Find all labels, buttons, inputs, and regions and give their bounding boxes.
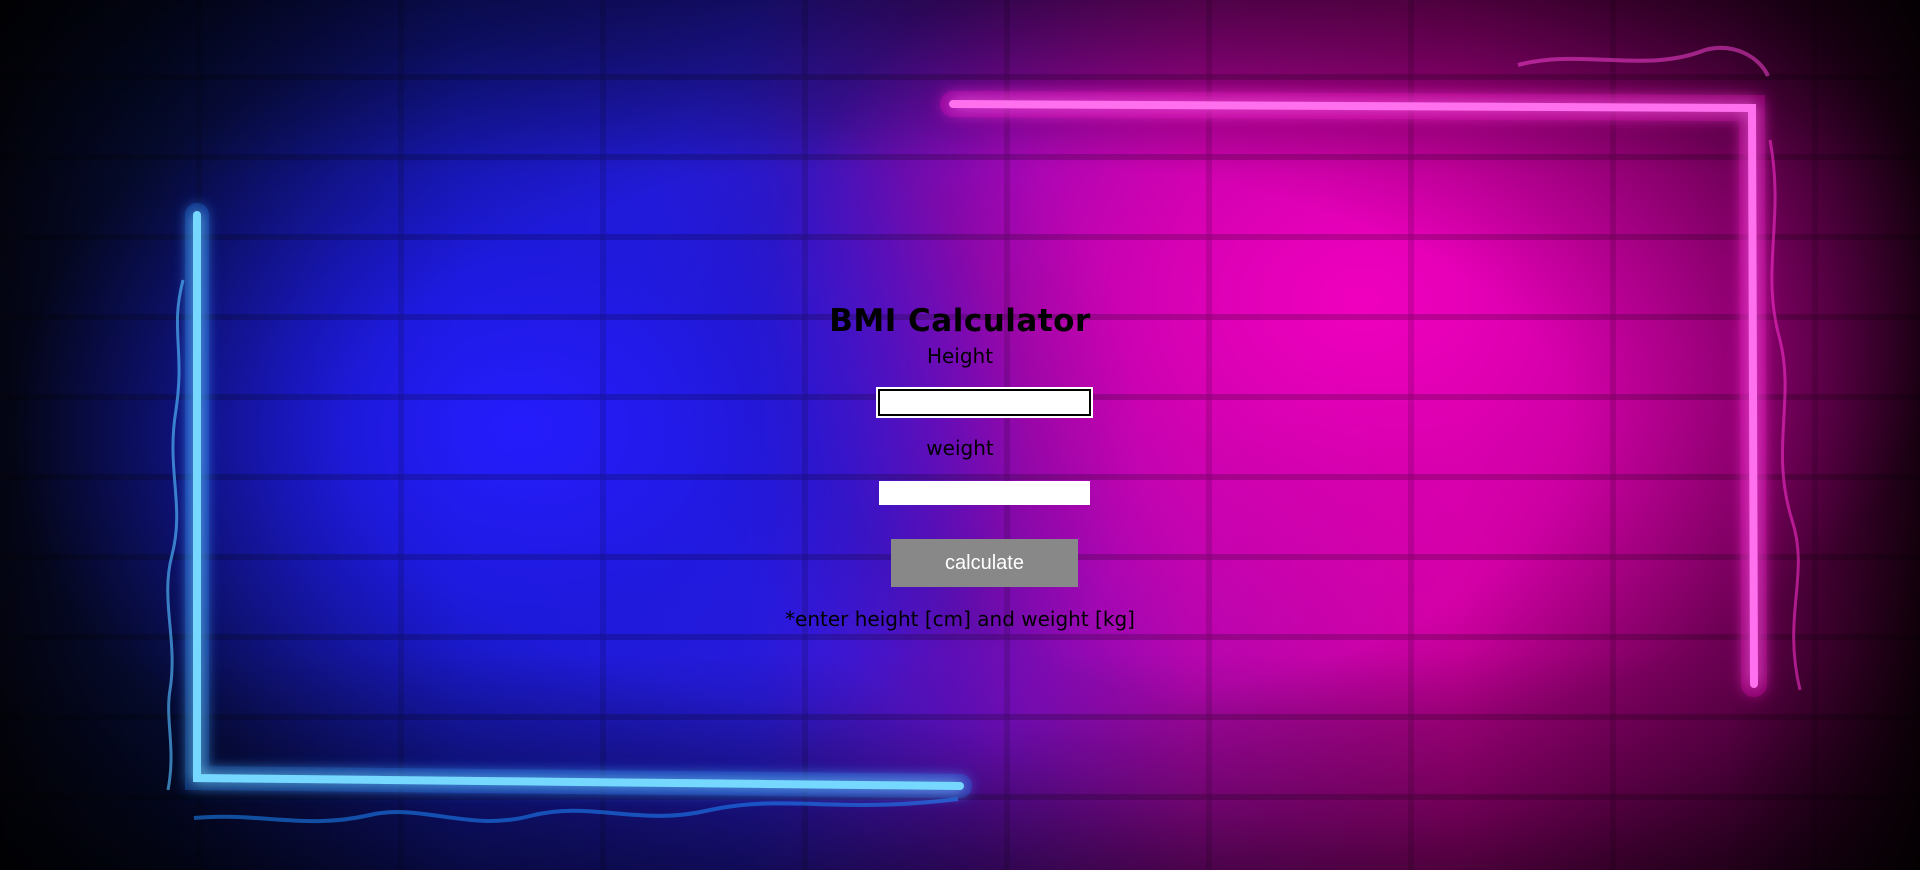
bmi-calculator-form: BMI Calculator Height weight calculate *… xyxy=(0,0,1920,870)
input-hint-text: *enter height [cm] and weight [kg] xyxy=(785,607,1135,631)
weight-label: weight xyxy=(926,436,994,460)
bmi-page: BMI Calculator Height weight calculate *… xyxy=(0,0,1920,870)
height-input[interactable] xyxy=(878,389,1091,416)
page-title: BMI Calculator xyxy=(829,302,1091,339)
height-label: Height xyxy=(926,344,994,368)
weight-input[interactable] xyxy=(879,481,1090,505)
calculate-button[interactable]: calculate xyxy=(891,539,1078,587)
